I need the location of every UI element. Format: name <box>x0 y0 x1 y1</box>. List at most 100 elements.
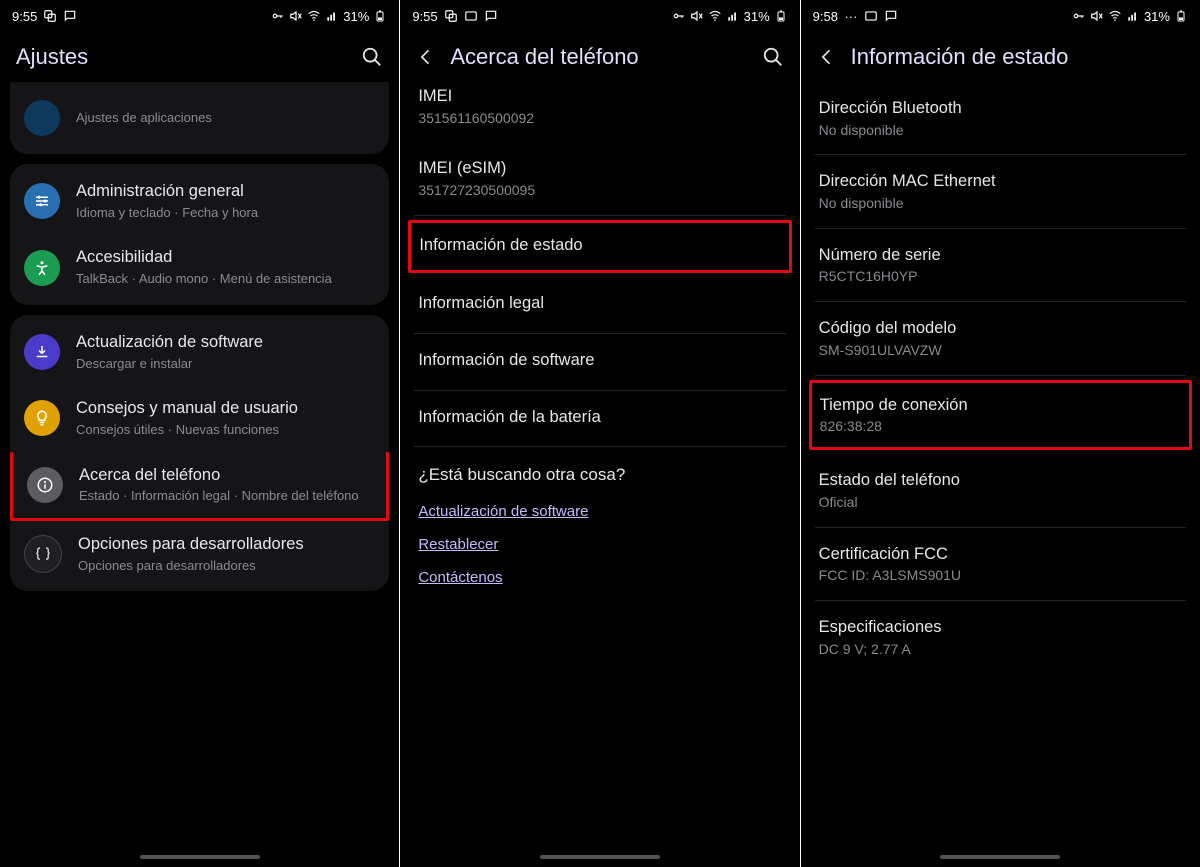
info-row-imei-esim[interactable]: IMEI (eSIM) 351727230500095 <box>414 142 785 215</box>
about-list: IMEI 351561160500092 IMEI (eSIM) 3517272… <box>400 82 799 867</box>
battery-icon <box>774 9 788 23</box>
back-icon[interactable] <box>416 47 436 67</box>
settings-item-title: Administración general <box>76 182 375 202</box>
wifi-icon <box>307 9 321 23</box>
info-row-phone-status[interactable]: Estado del teléfono Oficial <box>815 454 1186 527</box>
status-time: 9:55 <box>12 9 37 24</box>
info-title: Tiempo de conexión <box>820 395 1181 416</box>
menu-item-status-info[interactable]: Información de estado <box>408 220 791 274</box>
appbar: Acerca del teléfono <box>400 32 799 82</box>
settings-item-title: Opciones para desarrolladores <box>78 535 375 555</box>
info-row-bluetooth[interactable]: Dirección Bluetooth No disponible <box>815 82 1186 155</box>
link-software-update[interactable]: Actualización de software <box>414 495 785 528</box>
wifi-icon <box>1108 9 1122 23</box>
mute-icon <box>289 9 303 23</box>
info-title: Número de serie <box>819 245 1182 266</box>
info-value: No disponible <box>819 195 1182 212</box>
menu-item-label: Información de estado <box>419 235 780 256</box>
status-battery-pct: 31% <box>343 9 369 24</box>
info-value: FCC ID: A3LSMS901U <box>819 567 1182 584</box>
info-row-specs[interactable]: Especificaciones DC 9 V; 2.77 A <box>815 601 1186 673</box>
settings-item-dev-options[interactable]: Opciones para desarrolladores Opciones p… <box>10 521 389 587</box>
link-contact[interactable]: Contáctenos <box>414 561 785 594</box>
back-icon[interactable] <box>817 47 837 67</box>
status-battery-pct: 31% <box>744 9 770 24</box>
info-value: 351561160500092 <box>418 110 781 127</box>
menu-item-software-info[interactable]: Información de software <box>414 334 785 391</box>
settings-item-accessibility[interactable]: Accesibilidad TalkBack · Audio mono · Me… <box>10 234 389 300</box>
settings-item-apps[interactable]: Ajustes de aplicaciones <box>10 86 389 150</box>
status-bar: 9:55 31% <box>400 0 799 32</box>
info-row-model-code[interactable]: Código del modelo SM-S901ULVAVZW <box>815 302 1186 375</box>
gesture-bar <box>140 855 260 859</box>
info-row-fcc[interactable]: Certificación FCC FCC ID: A3LSMS901U <box>815 528 1186 601</box>
signal-icon <box>1126 9 1140 23</box>
wifi-icon <box>708 9 722 23</box>
info-row-imei[interactable]: IMEI 351561160500092 <box>414 82 785 142</box>
appbar: Información de estado <box>801 32 1200 82</box>
info-title: Código del modelo <box>819 318 1182 339</box>
image-icon <box>464 9 478 23</box>
info-title: Dirección Bluetooth <box>819 98 1182 119</box>
battery-icon <box>1174 9 1188 23</box>
settings-item-sub: TalkBack · Audio mono · Menú de asistenc… <box>76 271 375 287</box>
settings-list: Ajustes de aplicaciones Administración g… <box>0 82 399 867</box>
vpn-key-icon <box>672 9 686 23</box>
apps-icon <box>24 100 60 136</box>
settings-item-sub: Consejos útiles · Nuevas funciones <box>76 422 375 438</box>
status-right: 31% <box>1072 9 1188 24</box>
settings-item-update[interactable]: Actualización de software Descargar e in… <box>10 319 389 385</box>
more-icon: ··· <box>844 9 858 23</box>
screenshot-icon <box>43 9 57 23</box>
chat-icon <box>484 9 498 23</box>
info-row-uptime[interactable]: Tiempo de conexión 826:38:28 <box>809 380 1192 450</box>
info-row-ethernet-mac[interactable]: Dirección MAC Ethernet No disponible <box>815 155 1186 228</box>
status-right: 31% <box>672 9 788 24</box>
settings-card-cutoff: Ajustes de aplicaciones <box>10 82 389 154</box>
chat-icon <box>884 9 898 23</box>
accessibility-icon <box>24 250 60 286</box>
info-value: R5CTC16H0YP <box>819 268 1182 285</box>
menu-item-battery-info[interactable]: Información de la batería <box>414 391 785 448</box>
info-value: Oficial <box>819 494 1182 511</box>
menu-item-label: Información de la batería <box>418 407 781 428</box>
link-reset[interactable]: Restablecer <box>414 528 785 561</box>
status-time: 9:55 <box>412 9 437 24</box>
info-title: Estado del teléfono <box>819 470 1182 491</box>
search-icon[interactable] <box>361 46 383 68</box>
appbar: Ajustes <box>0 32 399 82</box>
signal-icon <box>726 9 740 23</box>
status-time: 9:58 <box>813 9 838 24</box>
info-value: No disponible <box>819 122 1182 139</box>
gesture-bar <box>540 855 660 859</box>
menu-item-label: Información legal <box>418 293 781 314</box>
settings-item-title: Actualización de software <box>76 333 375 353</box>
settings-item-tips[interactable]: Consejos y manual de usuario Consejos út… <box>10 385 389 451</box>
status-bar: 9:55 31% <box>0 0 399 32</box>
vpn-key-icon <box>271 9 285 23</box>
menu-item-label: Información de software <box>418 350 781 371</box>
menu-item-legal-info[interactable]: Información legal <box>414 277 785 334</box>
gesture-bar <box>940 855 1060 859</box>
status-left: 9:55 <box>412 9 497 24</box>
status-left: 9:55 <box>12 9 77 24</box>
settings-item-about-phone[interactable]: Acerca del teléfono Estado · Información… <box>10 452 389 521</box>
settings-card-system: Administración general Idioma y teclado … <box>10 164 389 305</box>
info-title: Especificaciones <box>819 617 1182 638</box>
settings-item-sub: Opciones para desarrolladores <box>78 558 375 574</box>
status-left: 9:58 ··· <box>813 9 898 24</box>
info-title: IMEI <box>418 86 781 107</box>
sliders-icon <box>24 183 60 219</box>
status-bar: 9:58 ··· 31% <box>801 0 1200 32</box>
status-right: 31% <box>271 9 387 24</box>
settings-item-title: Accesibilidad <box>76 248 375 268</box>
page-title: Ajustes <box>16 44 347 70</box>
settings-item-general[interactable]: Administración general Idioma y teclado … <box>10 168 389 234</box>
info-row-serial[interactable]: Número de serie R5CTC16H0YP <box>815 229 1186 302</box>
status-info-list: Dirección Bluetooth No disponible Direcc… <box>801 82 1200 867</box>
info-title: Dirección MAC Ethernet <box>819 171 1182 192</box>
braces-icon <box>24 535 62 573</box>
search-icon[interactable] <box>762 46 784 68</box>
info-icon <box>27 467 63 503</box>
section-looking-for: ¿Está buscando otra cosa? <box>418 465 781 485</box>
